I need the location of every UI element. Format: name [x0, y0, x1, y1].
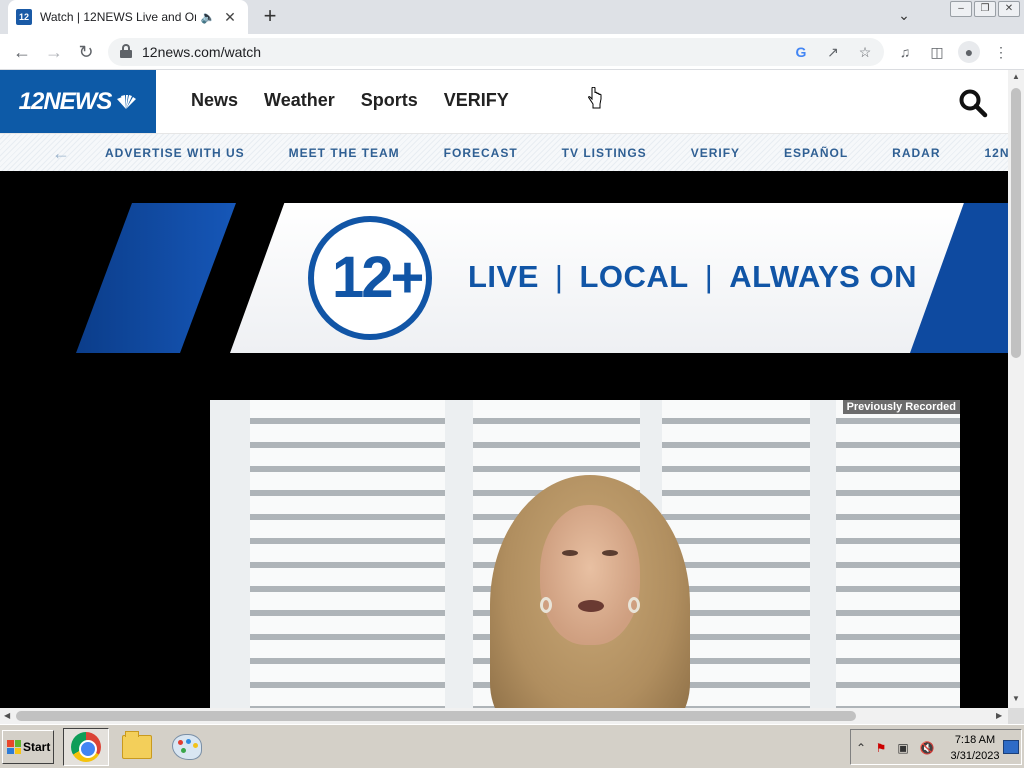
show-desktop-icon[interactable]: [1003, 740, 1019, 754]
subnav-espanol[interactable]: ESPAÑOL: [784, 146, 848, 160]
taskbar-paint-button[interactable]: [164, 728, 210, 766]
logo-text: 12NEWS: [18, 87, 113, 115]
previously-recorded-label: Previously Recorded: [842, 400, 960, 414]
security-alert-icon[interactable]: ⚑: [873, 740, 889, 756]
12plus-badge-icon: 12+: [308, 216, 432, 340]
video-player[interactable]: Previously Recorded: [210, 400, 960, 708]
tab-strip: 12 Watch | 12NEWS Live and On-Demand 🔈 ✕…: [0, 0, 1024, 34]
subnav-tv-listings[interactable]: TV LISTINGS: [562, 146, 647, 160]
tagline-local: LOCAL: [579, 259, 689, 294]
scroll-left-arrow-icon[interactable]: ←: [52, 143, 70, 164]
banner-tagline: LIVE | LOCAL | ALWAYS ON: [468, 259, 917, 295]
peacock-icon: [117, 94, 137, 109]
video-speaker: [460, 475, 720, 708]
paint-palette-icon: [172, 734, 202, 760]
subnav-12news[interactable]: 12NEWS: [985, 146, 1009, 160]
subnav-radar[interactable]: RADAR: [892, 146, 940, 160]
browser-tab[interactable]: 12 Watch | 12NEWS Live and On-Demand 🔈 ✕: [8, 0, 248, 34]
subnav-meet-the-team[interactable]: MEET THE TEAM: [289, 146, 400, 160]
taskbar-chrome-button[interactable]: [63, 728, 109, 766]
lock-icon[interactable]: [120, 44, 132, 58]
horizontal-scroll-thumb[interactable]: [16, 711, 856, 721]
main-nav: News Weather Sports VERIFY: [191, 90, 509, 111]
profile-icon[interactable]: ●: [958, 41, 980, 63]
back-icon[interactable]: ←: [10, 40, 34, 64]
banner-left-stripe: [76, 203, 236, 353]
nav-news[interactable]: News: [191, 90, 238, 111]
tagline-separator: |: [554, 259, 564, 294]
google-icon[interactable]: G: [792, 43, 810, 61]
nav-verify[interactable]: VERIFY: [444, 90, 509, 111]
vertical-scrollbar[interactable]: ▲ ▼: [1008, 70, 1024, 708]
address-bar[interactable]: 12news.com/watch G ↗ ☆: [108, 38, 884, 66]
tagline-always-on: ALWAYS ON: [729, 259, 917, 294]
new-tab-button[interactable]: +: [258, 5, 282, 29]
tab-title: Watch | 12NEWS Live and On-Demand: [40, 10, 196, 24]
site-logo[interactable]: 12NEWS: [0, 70, 156, 133]
scrollbar-corner: [1008, 708, 1024, 724]
menu-kebab-icon[interactable]: ⋮: [990, 41, 1012, 63]
folder-icon: [122, 731, 152, 759]
network-icon[interactable]: ▣: [895, 740, 911, 756]
badge-text: 12+: [332, 245, 424, 310]
clock[interactable]: 7:18 AM 3/31/2023: [947, 732, 1003, 764]
vertical-scroll-thumb[interactable]: [1011, 88, 1021, 358]
windows-flag-icon: [7, 740, 21, 754]
scroll-down-icon[interactable]: ▼: [1011, 694, 1021, 703]
close-tab-icon[interactable]: ✕: [222, 9, 238, 26]
subnav-forecast[interactable]: FORECAST: [444, 146, 518, 160]
horizontal-scrollbar[interactable]: ◀ ▶: [0, 708, 1008, 724]
forward-icon[interactable]: →: [42, 40, 66, 64]
scroll-left-icon[interactable]: ◀: [4, 711, 10, 720]
system-tray: ⌃ ⚑ ▣ 🔇 7:18 AM 3/31/2023: [850, 729, 1022, 765]
volume-muted-icon[interactable]: 🔇: [919, 740, 935, 756]
share-icon[interactable]: ↗: [824, 43, 842, 61]
scroll-right-icon[interactable]: ▶: [996, 711, 1002, 720]
window-controls: – ❐ ✕: [950, 1, 1020, 17]
minimize-button[interactable]: –: [950, 1, 972, 17]
start-button[interactable]: Start: [2, 730, 54, 764]
start-label: Start: [23, 740, 51, 754]
nav-sports[interactable]: Sports: [361, 90, 418, 111]
speaker-icon[interactable]: 🔈: [200, 10, 216, 24]
browser-toolbar: ← → ↻ 12news.com/watch G ↗ ☆ ♫ ◫ ● ⋮: [0, 34, 1024, 70]
tagline-separator: |: [704, 259, 714, 294]
hand-cursor-icon: [588, 87, 602, 109]
taskbar-explorer-button[interactable]: [114, 728, 160, 766]
side-panel-icon[interactable]: ◫: [926, 41, 948, 63]
restore-button[interactable]: ❐: [974, 1, 996, 17]
url-text[interactable]: 12news.com/watch: [142, 44, 261, 60]
nav-weather[interactable]: Weather: [264, 90, 335, 111]
subnav-verify[interactable]: VERIFY: [691, 146, 740, 160]
clock-date: 3/31/2023: [950, 750, 1000, 762]
close-window-button[interactable]: ✕: [998, 1, 1020, 17]
search-icon[interactable]: [958, 88, 988, 118]
tray-expand-icon[interactable]: ⌃: [853, 740, 869, 756]
web-page: 12NEWS News Weather Sports VERIFY ← ADVE…: [0, 70, 1008, 708]
scroll-up-icon[interactable]: ▲: [1011, 72, 1021, 81]
subnav-advertise[interactable]: ADVERTISE WITH US: [105, 146, 245, 160]
favicon-icon: 12: [16, 9, 32, 25]
chrome-icon: [71, 732, 101, 762]
media-control-icon[interactable]: ♫: [894, 41, 916, 63]
sub-navigation: ← ADVERTISE WITH US MEET THE TEAM FORECA…: [0, 133, 1008, 171]
clock-time: 7:18 AM: [954, 734, 996, 746]
taskbar: Start ⌃ ⚑ ▣ 🔇 7:18 AM 3/31/2023: [0, 724, 1024, 768]
tab-search-icon[interactable]: ⌄: [894, 7, 914, 27]
bookmark-star-icon[interactable]: ☆: [856, 43, 874, 61]
screen: 12 Watch | 12NEWS Live and On-Demand 🔈 ✕…: [0, 0, 1024, 768]
site-header: 12NEWS News Weather Sports VERIFY: [0, 70, 1008, 133]
subnav-list: ADVERTISE WITH US MEET THE TEAM FORECAST…: [105, 146, 1008, 160]
reload-icon[interactable]: ↻: [74, 40, 98, 64]
tagline-live: LIVE: [468, 259, 539, 294]
